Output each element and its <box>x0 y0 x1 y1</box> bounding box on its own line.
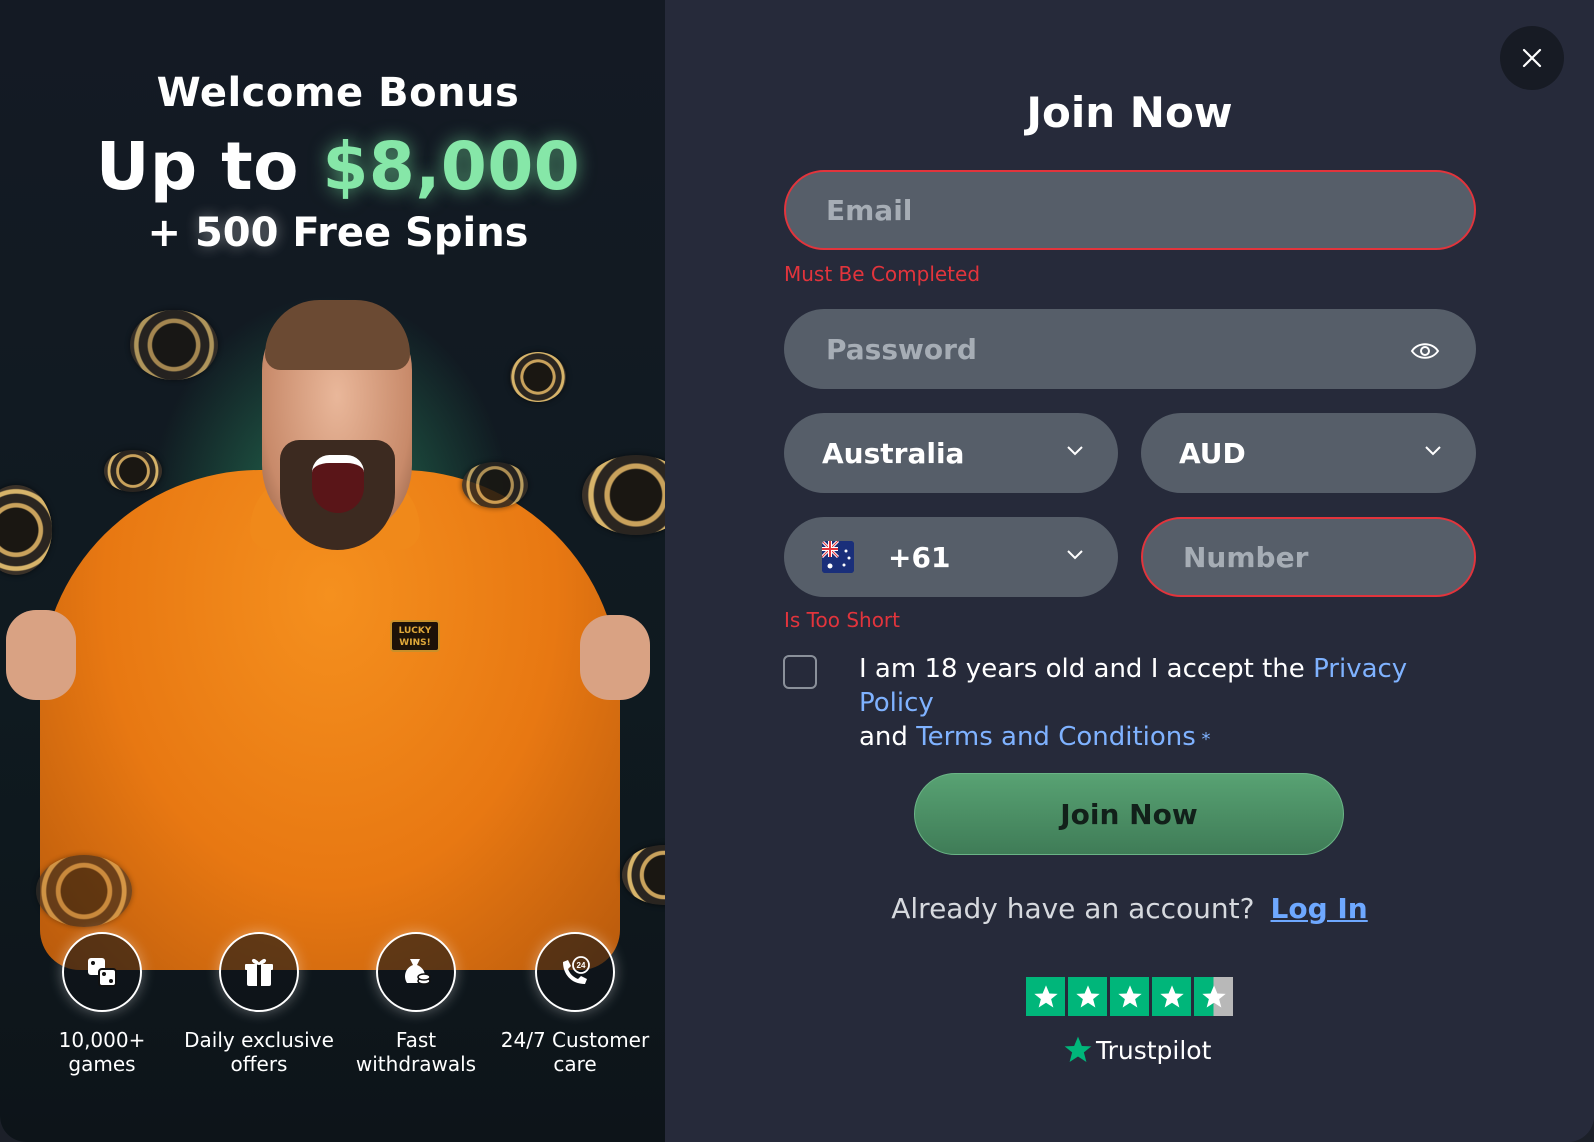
hero-mouth <box>312 455 364 513</box>
casino-chip-icon <box>462 462 528 508</box>
trustpilot-label: Trustpilot <box>1096 1035 1212 1065</box>
terms-link[interactable]: Terms and Conditions <box>916 722 1196 752</box>
casino-chip-icon <box>622 845 665 905</box>
spins-prefix: + <box>147 210 195 256</box>
casino-chip-icon <box>130 310 218 380</box>
phone-code-select[interactable]: +61 <box>784 517 1118 597</box>
trustpilot-logo: Trustpilot <box>1062 1034 1211 1066</box>
bonus-title: Welcome Bonus <box>156 70 520 116</box>
hero-right-fist <box>580 615 650 700</box>
casino-chip-icon <box>36 855 132 927</box>
login-link[interactable]: Log In <box>1271 892 1368 925</box>
promo-panel: Welcome Bonus Up to $8,000 + 500 Free Sp… <box>0 0 665 1142</box>
casino-chip-icon <box>582 455 665 535</box>
password-field[interactable] <box>824 331 1474 367</box>
login-prompt: Already have an account? <box>891 892 1255 925</box>
trustpilot-stars <box>1026 977 1233 1016</box>
email-field-wrapper <box>784 170 1476 250</box>
svg-text:24: 24 <box>577 961 586 970</box>
feature-offers: Daily exclusive offers <box>184 932 334 1076</box>
phone-24-icon: 24 <box>535 932 615 1012</box>
country-select[interactable]: Australia <box>784 413 1118 493</box>
casino-chip-icon <box>104 450 162 492</box>
consent-text-2: and <box>859 722 917 752</box>
signup-modal: Welcome Bonus Up to $8,000 + 500 Free Sp… <box>0 0 1594 1142</box>
sweater-patch: LUCKY WINS! <box>390 620 440 652</box>
chevron-down-icon <box>1067 446 1083 456</box>
login-row: Already have an account? Log In <box>665 892 1594 925</box>
currency-value: AUD <box>1179 436 1246 470</box>
trustpilot-star-icon <box>1064 1036 1092 1062</box>
feature-label: 10,000+ games <box>58 1028 146 1076</box>
spins-suffix: Free Spins <box>278 210 529 256</box>
bonus-amount-prefix: Up to <box>95 128 323 205</box>
chevron-down-icon <box>1067 550 1083 560</box>
bonus-amount-value: $8,000 <box>322 128 581 205</box>
feature-list: 10,000+ games Daily exclusive offers Fas… <box>0 932 665 1092</box>
star-icon <box>1026 977 1065 1016</box>
feature-label: Daily exclusive offers <box>184 1028 334 1076</box>
phone-code-value: +61 <box>888 540 951 574</box>
number-error: Is Too Short <box>784 608 900 632</box>
email-field[interactable] <box>824 192 1474 228</box>
feature-support: 24 24/7 Customer care <box>500 932 650 1076</box>
email-error: Must Be Completed <box>784 262 981 286</box>
country-value: Australia <box>822 436 965 470</box>
number-field-wrapper <box>1141 517 1476 597</box>
phone-number-field[interactable] <box>1181 539 1474 575</box>
close-button[interactable] <box>1500 26 1564 90</box>
star-icon <box>1152 977 1191 1016</box>
casino-chip-icon <box>510 352 566 402</box>
eye-icon[interactable] <box>1410 341 1440 361</box>
chevron-down-icon <box>1425 446 1441 456</box>
feature-withdrawals: Fast withdrawals <box>341 932 491 1076</box>
close-icon <box>1522 48 1542 68</box>
hero-hair <box>265 300 410 370</box>
australia-flag-icon <box>822 541 854 573</box>
currency-select[interactable]: AUD <box>1141 413 1476 493</box>
join-now-button[interactable]: Join Now <box>914 773 1344 855</box>
casino-chip-icon <box>0 485 52 575</box>
spins-number: 500 <box>194 210 279 256</box>
feature-games: 10,000+ games <box>27 932 177 1076</box>
star-icon <box>1110 977 1149 1016</box>
required-mark: * <box>1195 729 1211 750</box>
terms-checkbox[interactable] <box>783 655 817 689</box>
feature-label: 24/7 Customer care <box>500 1028 650 1076</box>
half-star-icon <box>1194 977 1233 1016</box>
money-bag-icon <box>376 932 456 1012</box>
star-icon <box>1068 977 1107 1016</box>
consent-text-1: I am 18 years old and I accept the <box>859 654 1314 684</box>
form-title: Join Now <box>1026 88 1233 137</box>
hero-left-fist <box>6 610 76 700</box>
bonus-free-spins: + 500 Free Spins <box>0 210 665 256</box>
bonus-amount: Up to $8,000 <box>0 128 665 205</box>
dice-icon <box>62 932 142 1012</box>
consent-text: I am 18 years old and I accept the Priva… <box>859 652 1459 757</box>
gift-icon <box>219 932 299 1012</box>
feature-label: Fast withdrawals <box>355 1028 477 1076</box>
password-field-wrapper <box>784 309 1476 389</box>
